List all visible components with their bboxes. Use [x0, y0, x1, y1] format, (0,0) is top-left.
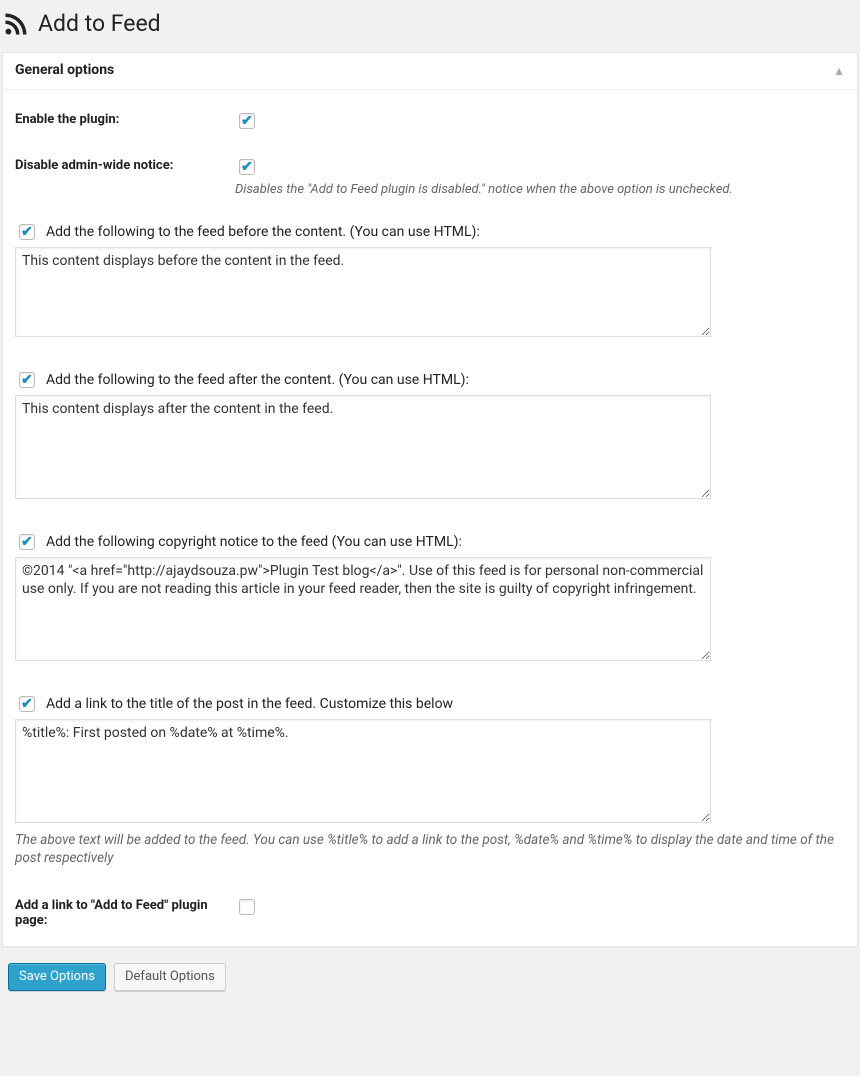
disable-notice-row: Disable admin-wide notice: Disables the … [15, 156, 845, 197]
before-content-checkbox[interactable] [19, 224, 35, 240]
after-content-textarea[interactable] [15, 395, 711, 499]
default-options-button[interactable]: Default Options [114, 963, 226, 991]
after-content-checkbox[interactable] [19, 372, 35, 388]
title-link-textarea[interactable] [15, 719, 711, 823]
title-link-label: Add a link to the title of the post in t… [46, 696, 453, 712]
credit-link-label: Add a link to "Add to Feed" plugin page: [15, 896, 235, 928]
copyright-label: Add the following copyright notice to th… [46, 534, 462, 550]
credit-link-row: Add a link to "Add to Feed" plugin page: [15, 896, 845, 928]
enable-plugin-row: Enable the plugin: [15, 110, 845, 132]
title-link-section: Add a link to the title of the post in t… [15, 693, 845, 869]
button-row: Save Options Default Options [2, 963, 858, 991]
enable-plugin-label: Enable the plugin: [15, 110, 235, 127]
disable-notice-label: Disable admin-wide notice: [15, 156, 235, 173]
before-content-label: Add the following to the feed before the… [46, 224, 480, 240]
general-options-panel: General options ▲ Enable the plugin: Dis… [2, 52, 858, 947]
panel-title: General options [15, 61, 114, 81]
panel-toggle-icon[interactable]: ▲ [833, 64, 845, 78]
panel-header[interactable]: General options ▲ [3, 53, 857, 90]
rss-icon [2, 10, 30, 38]
enable-plugin-checkbox[interactable] [239, 113, 255, 129]
copyright-section: Add the following copyright notice to th… [15, 531, 845, 665]
before-content-textarea[interactable] [15, 247, 711, 337]
title-link-checkbox[interactable] [19, 696, 35, 712]
copyright-checkbox[interactable] [19, 534, 35, 550]
panel-body: Enable the plugin: Disable admin-wide no… [3, 90, 857, 947]
save-options-button[interactable]: Save Options [8, 963, 106, 991]
copyright-textarea[interactable] [15, 557, 711, 661]
disable-notice-desc: Disables the "Add to Feed plugin is disa… [235, 182, 845, 197]
page-title: Add to Feed [2, 0, 858, 42]
before-content-section: Add the following to the feed before the… [15, 221, 845, 341]
page-title-text: Add to Feed [38, 9, 161, 38]
after-content-section: Add the following to the feed after the … [15, 369, 845, 503]
credit-link-checkbox[interactable] [239, 899, 255, 915]
disable-notice-checkbox[interactable] [239, 159, 255, 175]
title-link-help: The above text will be added to the feed… [15, 831, 845, 869]
after-content-label: Add the following to the feed after the … [46, 372, 469, 388]
